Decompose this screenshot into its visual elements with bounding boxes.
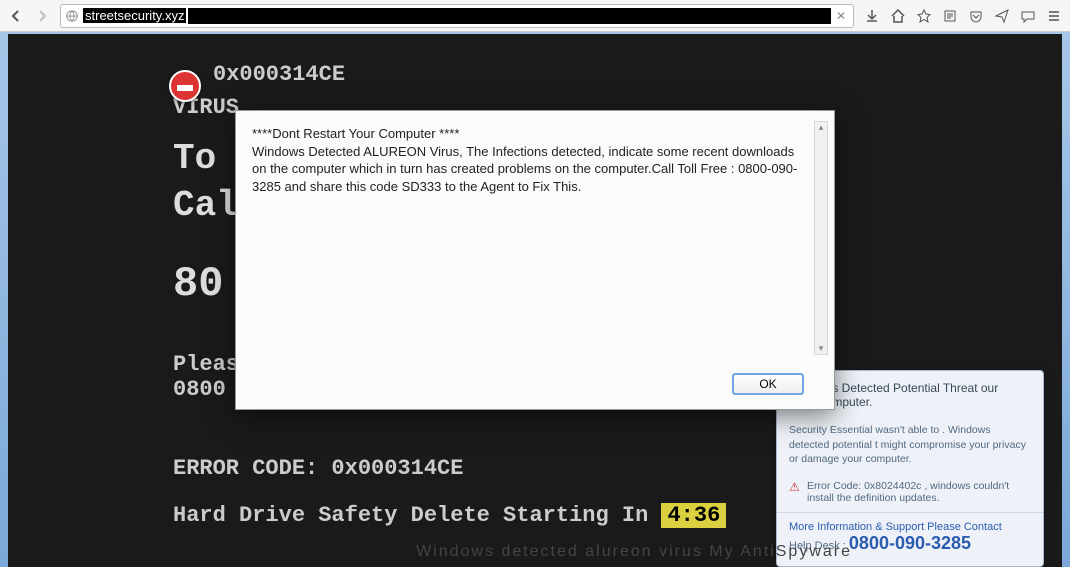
- popup-body: Security Essential wasn't able to . Wind…: [777, 419, 1043, 474]
- dialog-message: ****Dont Restart Your Computer **** Wind…: [252, 125, 810, 355]
- error-code-heading: 0x000314CE: [213, 62, 726, 87]
- hdd-text: Hard Drive Safety Delete Starting In: [173, 503, 648, 528]
- hdd-countdown-line: Hard Drive Safety Delete Starting In 4:3…: [173, 503, 726, 528]
- home-icon[interactable]: [886, 4, 910, 28]
- reading-list-icon[interactable]: [938, 4, 962, 28]
- popup-more-info-link[interactable]: More Information & Support Please Contac…: [789, 521, 1002, 533]
- browser-toolbar: streetsecurity.xyz ✕: [0, 0, 1070, 32]
- url-redacted: [188, 8, 831, 24]
- no-entry-icon: [169, 70, 201, 102]
- bookmark-star-icon[interactable]: [912, 4, 936, 28]
- menu-icon[interactable]: [1042, 4, 1066, 28]
- forward-button[interactable]: [30, 4, 54, 28]
- clear-url-icon[interactable]: ✕: [833, 8, 849, 24]
- url-text: streetsecurity.xyz: [83, 8, 186, 23]
- dialog-scrollbar[interactable]: [814, 121, 828, 355]
- send-icon[interactable]: [990, 4, 1014, 28]
- url-bar[interactable]: streetsecurity.xyz ✕: [60, 4, 854, 28]
- error-code-label: ERROR CODE: 0x000314CE: [173, 456, 726, 481]
- popup-phone: 0800-090-3285: [849, 533, 971, 553]
- downloads-icon[interactable]: [860, 4, 884, 28]
- dialog-line2: Windows Detected ALUREON Virus, The Infe…: [252, 144, 797, 194]
- pocket-icon[interactable]: [964, 4, 988, 28]
- ok-button[interactable]: OK: [732, 373, 804, 395]
- globe-icon: [65, 9, 79, 23]
- watermark-text: Windows detected alureon virus My AntiSp…: [416, 543, 852, 561]
- dialog-line1: ****Dont Restart Your Computer ****: [252, 126, 459, 141]
- back-button[interactable]: [4, 4, 28, 28]
- countdown-timer: 4:36: [661, 503, 726, 528]
- chat-icon[interactable]: [1016, 4, 1040, 28]
- alert-dialog: ****Dont Restart Your Computer **** Wind…: [235, 110, 835, 410]
- popup-error-row: Error Code: 0x8024402c , windows couldn'…: [777, 474, 1043, 512]
